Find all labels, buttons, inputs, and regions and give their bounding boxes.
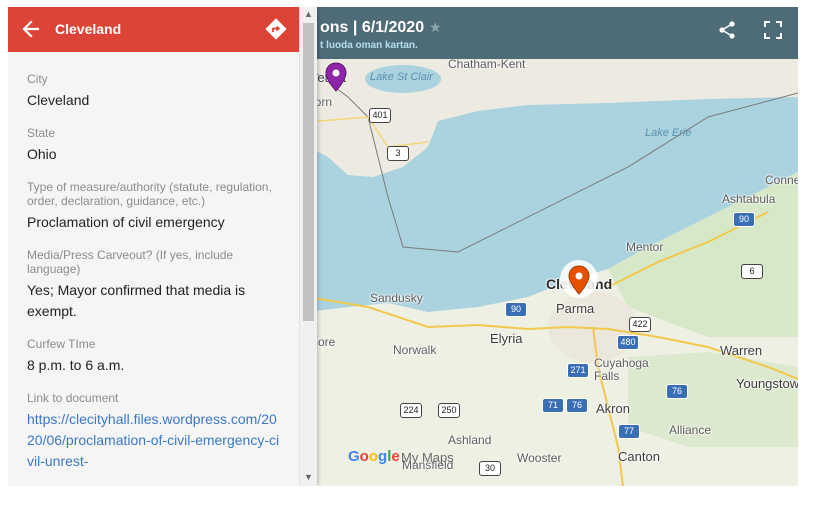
label-ashtabula: Ashtabula <box>722 192 776 206</box>
field-label: State <box>27 126 56 140</box>
google-logo-letter: G <box>348 448 360 465</box>
label-ashland: Ashland <box>448 433 492 447</box>
label-lake-erie: Lake Erie <box>645 127 692 139</box>
app-window: Detroit born Chatham-Kent Lake St Clair … <box>8 7 798 486</box>
shield-480: 480 <box>617 335 639 350</box>
field-value: Yes; Mayor confirmed that media is exemp… <box>27 282 246 319</box>
shield-422: 422 <box>629 317 651 332</box>
details-panel: Cleveland City Cleveland State Ohio Type… <box>8 7 317 486</box>
shield-401: 401 <box>369 108 391 123</box>
my-maps-text: My Maps <box>401 450 454 465</box>
field-state: State Ohio <box>8 126 299 165</box>
shield-90-west: 90 <box>505 302 527 317</box>
label-sandusky: Sandusky <box>370 291 423 305</box>
share-button[interactable] <box>716 19 738 41</box>
star-icon[interactable]: ★ <box>429 20 443 34</box>
google-logo-letter: o <box>359 448 369 465</box>
map-subtitle[interactable]: t luoda oman kartan. <box>320 40 418 51</box>
field-curfew-time: Curfew TIme 8 p.m. to 6 a.m. <box>8 337 299 376</box>
field-label: Type of measure/authority (statute, regu… <box>27 180 272 208</box>
field-city: City Cleveland <box>8 72 299 111</box>
back-arrow-icon <box>22 20 40 38</box>
shield-30: 30 <box>479 461 501 476</box>
label-warren: Warren <box>720 343 763 358</box>
map-title: ons | 6/1/2020 <box>320 19 425 36</box>
field-label: City <box>27 72 48 86</box>
scroll-down-icon[interactable]: ▼ <box>300 472 317 484</box>
shield-76-east: 76 <box>666 384 688 399</box>
map-pin-icon <box>325 62 347 92</box>
label-chatham-kent: Chatham-Kent <box>448 57 526 71</box>
google-logo: Google <box>348 448 400 465</box>
scroll-thumb[interactable] <box>303 23 314 321</box>
field-media-carveout: Media/Press Carveout? (If yes, include l… <box>8 248 299 322</box>
google-logo-letter: o <box>368 448 379 465</box>
label-lake-st-clair: Lake St Clair <box>370 71 433 83</box>
label-conneaut: Connea <box>765 173 798 187</box>
field-label: Link to document <box>27 391 119 405</box>
directions-button[interactable] <box>264 17 288 41</box>
google-logo-letter: g <box>378 448 388 465</box>
map-marker-cleveland[interactable] <box>568 265 590 295</box>
directions-icon <box>265 18 287 40</box>
label-youngstown: Youngstown <box>736 376 798 391</box>
panel-header: Cleveland <box>8 7 299 52</box>
shield-76-west: 76 <box>566 398 588 413</box>
field-value: 8 p.m. to 6 a.m. <box>27 357 125 373</box>
label-elyria: Elyria <box>490 331 523 346</box>
shield-250: 250 <box>438 403 460 418</box>
field-value: Cleveland <box>27 92 90 108</box>
shield-271: 271 <box>567 363 589 378</box>
fullscreen-icon <box>764 21 782 39</box>
label-norwalk: Norwalk <box>393 343 437 357</box>
shield-6: 6 <box>741 264 763 279</box>
panel-body[interactable]: City Cleveland State Ohio Type of measur… <box>8 52 299 486</box>
map-marker-purple[interactable] <box>325 62 347 92</box>
share-icon <box>719 21 735 39</box>
shield-224: 224 <box>400 403 422 418</box>
google-logo-letter: e <box>391 448 400 465</box>
label-akron: Akron <box>596 401 630 416</box>
shield-3: 3 <box>387 146 409 161</box>
shield-71: 71 <box>542 398 564 413</box>
panel-title: Cleveland <box>55 21 122 37</box>
label-alliance: Alliance <box>669 423 712 437</box>
field-value: Ohio <box>27 146 57 162</box>
map-header: ons | 6/1/2020 ★ t luoda oman kartan. <box>298 7 798 59</box>
label-mentor: Mentor <box>626 240 664 254</box>
field-label: Media/Press Carveout? (If yes, include l… <box>27 248 234 276</box>
scroll-up-icon[interactable]: ▲ <box>300 9 317 21</box>
shield-90-east: 90 <box>733 212 755 227</box>
label-parma: Parma <box>556 301 595 316</box>
field-value: Proclamation of civil emergency <box>27 214 225 230</box>
label-cuyahoga-falls: Cuyahoga Falls <box>594 356 649 383</box>
field-label: Curfew TIme <box>27 337 96 351</box>
shield-77: 77 <box>618 424 640 439</box>
field-measure-type: Type of measure/authority (statute, regu… <box>8 180 299 233</box>
label-canton: Canton <box>618 449 660 464</box>
map-pin-icon <box>568 265 590 295</box>
back-button[interactable] <box>20 18 42 40</box>
panel-scrollbar[interactable]: ▲ ▼ <box>299 7 317 486</box>
label-wooster: Wooster <box>517 451 562 465</box>
fullscreen-button[interactable] <box>762 19 784 41</box>
field-document-link: Link to document https://clecityhall.fil… <box>8 391 299 472</box>
document-link[interactable]: https://clecityhall.files.wordpress.com/… <box>27 409 280 472</box>
